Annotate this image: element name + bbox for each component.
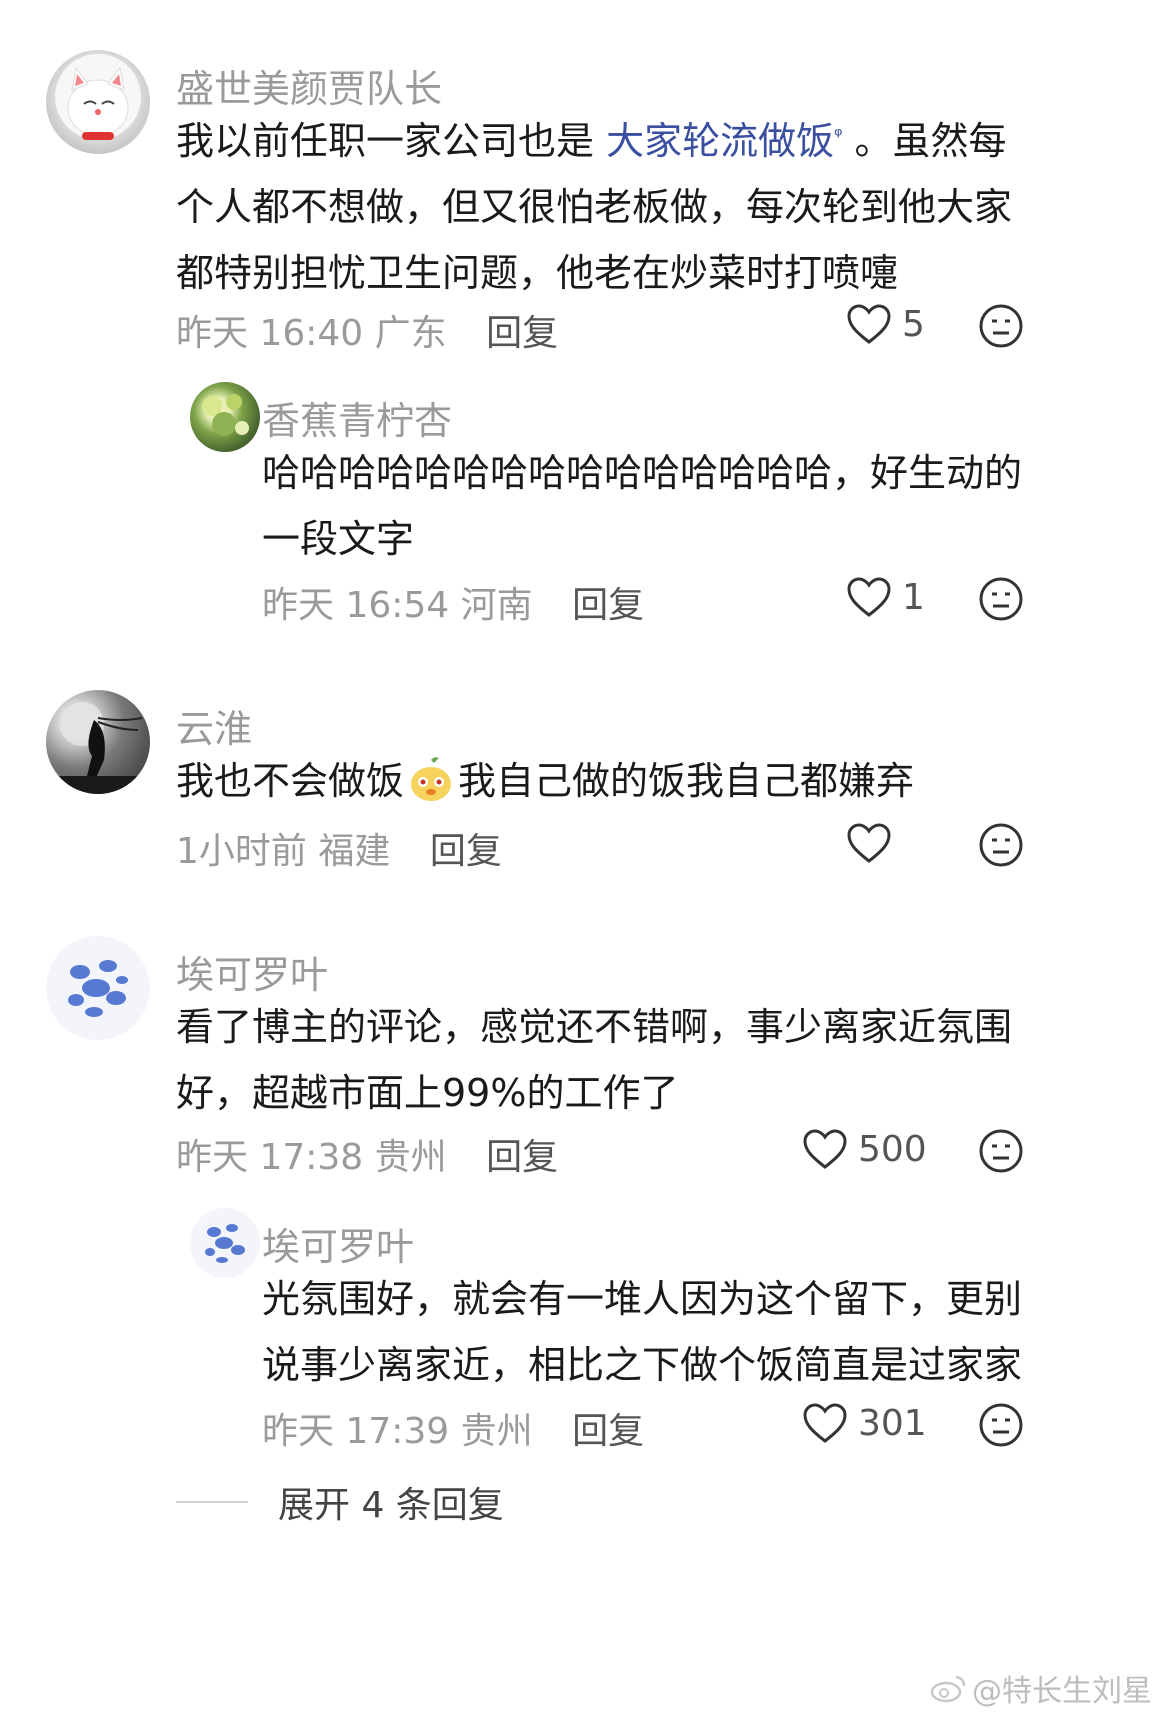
expand-replies-label: 展开 4 条回复 xyxy=(278,1485,504,1526)
search-link[interactable]: 大家轮流做饭ᵠ xyxy=(606,119,842,163)
timestamp: 昨天 17:39 xyxy=(262,1411,450,1452)
reply-button[interactable]: 回复 xyxy=(572,1411,644,1452)
like-button[interactable]: 500 xyxy=(802,1128,927,1170)
react-emoji-icon[interactable] xyxy=(978,1128,1024,1174)
expand-replies-button[interactable]: 展开 4 条回复 xyxy=(176,1476,504,1528)
username[interactable]: 埃可罗叶 xyxy=(176,944,328,999)
avatar[interactable] xyxy=(190,382,260,452)
like-button[interactable] xyxy=(846,822,902,864)
heart-icon xyxy=(847,577,891,617)
heart-icon xyxy=(847,304,891,344)
timestamp: 昨天 16:40 xyxy=(176,313,364,354)
username[interactable]: 香蕉青柠杏 xyxy=(262,390,452,445)
username[interactable]: 盛世美颜贾队长 xyxy=(176,58,442,113)
like-count: 1 xyxy=(902,576,925,618)
watermark-text: @特长生刘星 xyxy=(972,1674,1152,1709)
comment-text: 哈哈哈哈哈哈哈哈哈哈哈哈哈哈哈，好生动的一段文字 xyxy=(262,451,1023,561)
like-count: 5 xyxy=(902,303,925,345)
timestamp: 1小时前 xyxy=(176,831,307,872)
react-emoji-icon[interactable] xyxy=(978,1402,1024,1448)
username[interactable]: 云淮 xyxy=(176,698,252,753)
react-emoji-icon[interactable] xyxy=(978,822,1024,868)
location: 贵州 xyxy=(374,1137,447,1178)
like-count: 500 xyxy=(858,1128,927,1170)
comment-meta: 1小时前 福建 回复 xyxy=(176,822,502,874)
username[interactable]: 埃可罗叶 xyxy=(262,1216,414,1271)
location: 贵州 xyxy=(460,1411,533,1452)
like-button[interactable]: 301 xyxy=(802,1402,927,1444)
avatar[interactable] xyxy=(46,690,150,794)
avatar[interactable] xyxy=(46,50,150,154)
location: 河南 xyxy=(460,585,533,626)
comment-meta: 昨天 16:54 河南 回复 xyxy=(262,576,644,628)
react-emoji-icon[interactable] xyxy=(978,303,1024,349)
comment-text: 光氛围好，就会有一堆人因为这个留下，更别说事少离家近，相比之下做个饭简直是过家家 xyxy=(262,1277,1023,1387)
avatar[interactable] xyxy=(46,936,150,1040)
comment-text: 看了博主的评论，感觉还不错啊，事少离家近氛围好，超越市面上99%的工作了 xyxy=(176,1005,1013,1115)
reply-button[interactable]: 回复 xyxy=(572,585,644,626)
blue-blotch-icon xyxy=(205,1224,245,1263)
moon-figure-icon xyxy=(46,702,150,794)
comment-meta: 昨天 17:39 贵州 回复 xyxy=(262,1402,644,1454)
comment-meta: 昨天 16:40 广东 回复 xyxy=(176,304,558,356)
like-button[interactable]: 1 xyxy=(846,576,925,618)
watermark: @特长生刘星 xyxy=(930,1666,1152,1710)
divider-line xyxy=(176,1501,248,1503)
blue-blotch-icon xyxy=(68,960,128,1017)
like-button[interactable]: 5 xyxy=(846,303,925,345)
like-count: 301 xyxy=(858,1402,927,1444)
heart-icon xyxy=(803,1129,847,1169)
heart-icon xyxy=(803,1403,847,1443)
weibo-logo-icon xyxy=(930,1675,966,1703)
reply-button[interactable]: 回复 xyxy=(486,1137,558,1178)
react-emoji-icon[interactable] xyxy=(978,576,1024,622)
comment-text-part: 我也不会做饭 xyxy=(176,759,405,803)
comment-text: 我以前任职一家公司也是 大家轮流做饭ᵠ 。虽然每个人都不想做，但又很怕老板做，每… xyxy=(176,108,1026,306)
lucky-cat-icon xyxy=(67,66,129,140)
reply-button[interactable]: 回复 xyxy=(430,831,502,872)
pear-face-emoji-icon xyxy=(411,757,452,801)
comment-text: 我也不会做饭 我自己做的饭我自己都嫌弃 xyxy=(176,748,1036,814)
green-plant-icon xyxy=(202,394,249,436)
search-link-label: 大家轮流做饭 xyxy=(606,119,835,163)
comment-text-part: 我以前任职一家公司也是 xyxy=(176,119,607,163)
avatar[interactable] xyxy=(190,1208,260,1278)
timestamp: 昨天 16:54 xyxy=(262,585,450,626)
location: 广东 xyxy=(374,313,447,354)
search-icon: ᵠ xyxy=(834,123,843,147)
reply-button[interactable]: 回复 xyxy=(486,313,558,354)
timestamp: 昨天 17:38 xyxy=(176,1137,364,1178)
location: 福建 xyxy=(318,831,391,872)
comment-text-part: 我自己做的饭我自己都嫌弃 xyxy=(458,759,915,803)
comment-meta: 昨天 17:38 贵州 回复 xyxy=(176,1128,558,1180)
heart-icon xyxy=(847,823,891,863)
